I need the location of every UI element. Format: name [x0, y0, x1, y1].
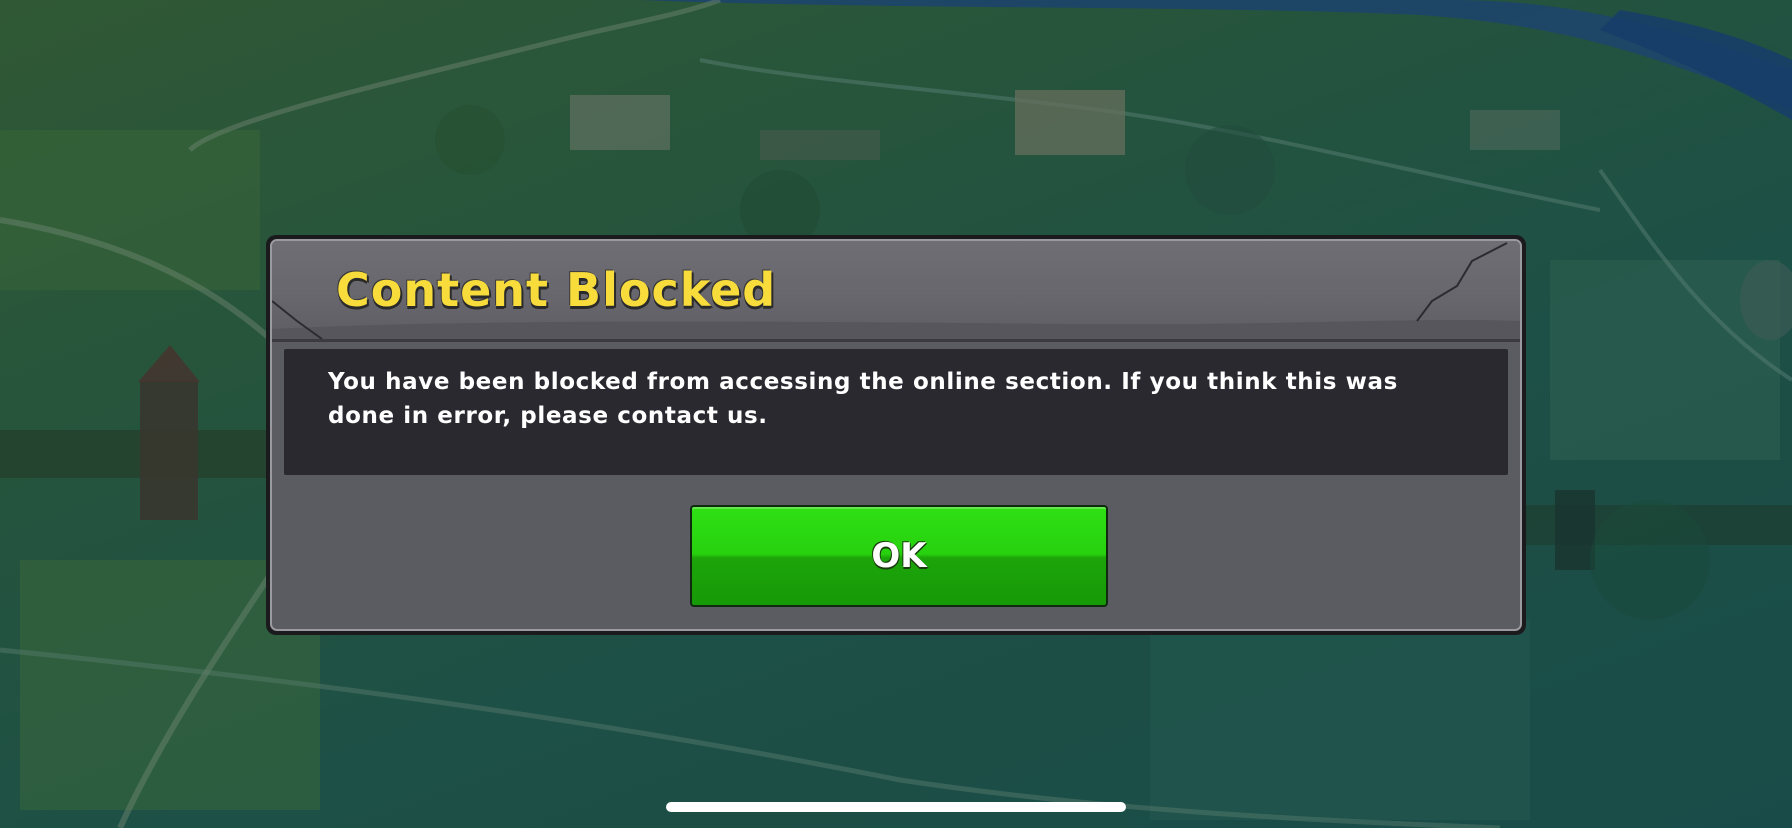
game-screen: Content Blocked You have been blocked fr… [0, 0, 1792, 828]
dialog-panel: Content Blocked You have been blocked fr… [270, 239, 1522, 631]
dialog-message: You have been blocked from accessing the… [328, 369, 1398, 429]
home-indicator-bar[interactable] [666, 802, 1126, 812]
ok-button-label: OK [871, 536, 927, 576]
ok-button[interactable]: OK [690, 505, 1108, 607]
dialog-message-box: You have been blocked from accessing the… [284, 349, 1508, 475]
dialog-header: Content Blocked [272, 241, 1520, 342]
header-crack-decoration-left [272, 300, 323, 339]
dialog-title: Content Blocked [336, 263, 777, 317]
content-blocked-dialog: Content Blocked You have been blocked fr… [266, 235, 1526, 635]
header-crack-decoration [1416, 242, 1508, 322]
